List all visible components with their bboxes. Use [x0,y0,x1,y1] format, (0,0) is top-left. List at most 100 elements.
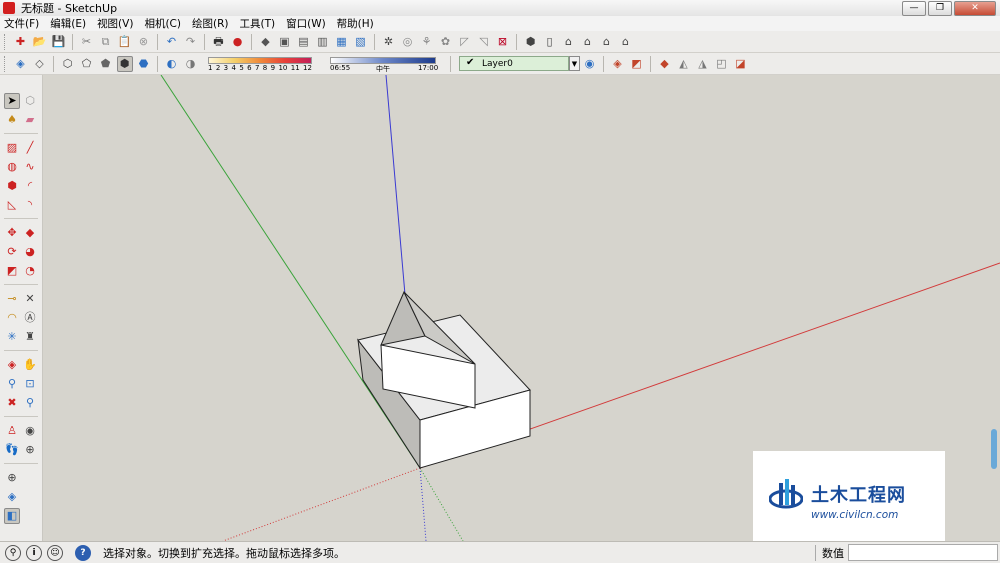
fog-icon[interactable]: ◑ [183,56,199,72]
info-icon[interactable]: i [26,544,42,561]
back-edges-icon[interactable]: ◇ [32,56,48,72]
dimension-icon[interactable]: ✕ [22,291,38,307]
iso-view-icon[interactable]: ◆ [258,34,274,50]
geo-location-icon[interactable]: ⚲ [5,544,21,561]
texture-icon[interactable]: ✿ [438,34,454,50]
paint-bucket-icon[interactable]: ♠ [4,112,20,128]
layer-dropdown-arrow[interactable]: ▼ [569,56,580,71]
value-input[interactable] [848,544,998,561]
position-camera-icon[interactable]: ♙ [4,423,20,439]
scale-icon[interactable]: ◩ [4,263,20,279]
make-component-icon[interactable]: ⬡ [22,93,38,109]
shadow-toggle-icon[interactable]: ◐ [164,56,180,72]
redo-icon[interactable]: ↷ [183,34,199,50]
user-icon[interactable]: ☺ [47,544,63,561]
line-icon[interactable]: ╱ [22,140,38,156]
polygon-icon[interactable]: ⬢ [4,178,20,194]
orbit-icon[interactable]: ◈ [4,357,20,373]
eraser-icon[interactable]: ▰ [22,112,38,128]
zoom-extents-icon[interactable]: ✖ [4,395,20,411]
component-icon[interactable]: ⊠ [495,34,511,50]
select-icon[interactable]: ➤ [4,92,20,109]
menu-help[interactable]: 帮助(H) [333,16,381,31]
section-icon[interactable]: ⊕ [22,442,38,458]
arc2-icon[interactable]: ◝ [22,197,38,213]
move-icon[interactable]: ✥ [4,225,20,241]
front-view-icon[interactable]: ▤ [296,34,312,50]
wireframe-icon[interactable]: ⬡ [60,56,76,72]
paste-icon[interactable]: 📋 [117,34,133,50]
toolbar-grip[interactable] [4,55,8,72]
house3-icon[interactable]: ⌂ [618,34,634,50]
arc-icon[interactable]: ◜ [22,178,38,194]
tape-measure-icon[interactable]: ⊸ [4,291,20,307]
menu-file[interactable]: 文件(F) [0,16,46,31]
diamond-icon[interactable]: ⊕ [4,470,20,486]
text-icon[interactable]: Ⓐ [22,310,38,326]
help-icon[interactable]: ? [75,544,91,561]
shadow-date-slider[interactable]: 1 2 3 4 5 6 7 8 9 10 11 12 [206,55,316,73]
protractor-icon[interactable]: ◠ [4,310,20,326]
model-info-icon[interactable]: ● [230,34,246,50]
share-model-icon[interactable]: ◎ [400,34,416,50]
select-mode-icon[interactable]: ◧ [4,507,20,524]
cut-icon[interactable]: ✂ [79,34,95,50]
follow-me-icon[interactable]: ◕ [22,244,38,260]
house2-icon[interactable]: ⌂ [599,34,615,50]
3d-text-icon[interactable]: ♜ [22,329,38,345]
menu-view[interactable]: 视图(V) [93,16,140,31]
zoom-window-icon[interactable]: ⊡ [22,376,38,392]
push-pull-icon[interactable]: ◆ [22,225,38,241]
house-icon[interactable]: ⌂ [580,34,596,50]
pie-icon[interactable]: ◺ [4,197,20,213]
pan-icon[interactable]: ✋ [22,357,38,373]
back-view-icon[interactable]: ▦ [334,34,350,50]
print-icon[interactable]: 🖶 [211,34,227,50]
zoom-icon[interactable]: ⚲ [4,376,20,392]
shaded-icon[interactable]: ⬟ [98,56,114,72]
hidden-line-icon[interactable]: ⬠ [79,56,95,72]
look-around-icon[interactable]: ◉ [22,423,38,439]
left-view-icon[interactable]: ▧ [353,34,369,50]
get-models-icon[interactable]: ✲ [381,34,397,50]
section-plane-icon[interactable]: ◈ [610,56,626,72]
freehand-icon[interactable]: ∿ [22,159,38,175]
xray-icon[interactable]: ◈ [13,56,29,72]
building-icon[interactable]: ▯ [542,34,558,50]
walk-icon[interactable]: 👣 [4,442,20,458]
shadow-time-slider[interactable]: 06:55 中午 17:00 [328,55,440,73]
sandbox-icon[interactable]: ◆ [657,56,673,72]
textured-icon[interactable]: ⬢ [116,55,133,72]
close-button[interactable]: ✕ [954,1,996,16]
rectangle-icon[interactable]: ▨ [4,140,20,156]
section-cut-icon[interactable]: ◩ [629,56,645,72]
rotate-icon[interactable]: ⟳ [4,244,20,260]
circle-icon[interactable]: ◍ [4,159,20,175]
save-icon[interactable]: 💾 [51,34,67,50]
layer-dropdown[interactable]: ✔ Layer0 [459,56,569,71]
monochrome-icon[interactable]: ⬣ [136,56,152,72]
flip-icon[interactable]: ◸ [457,34,473,50]
offset-icon[interactable]: ◔ [22,263,38,279]
layer-manager-icon[interactable]: ◉ [582,56,598,72]
toolbar-grip[interactable] [4,33,8,50]
gallery-icon[interactable]: ◹ [476,34,492,50]
axes-icon[interactable]: ✳ [4,329,20,345]
undo-icon[interactable]: ↶ [164,34,180,50]
menu-camera[interactable]: 相机(C) [140,16,188,31]
open-icon[interactable]: 📂 [32,34,48,50]
stamp-icon[interactable]: ◭ [676,56,692,72]
drape-icon[interactable]: ◮ [695,56,711,72]
copy-icon[interactable]: ⧉ [98,34,114,50]
new-file-icon[interactable]: ✚ [13,34,29,50]
right-view-icon[interactable]: ▥ [315,34,331,50]
menu-tools[interactable]: 工具(T) [235,16,282,31]
erase-icon[interactable]: ⊗ [136,34,152,50]
home-icon[interactable]: ⌂ [561,34,577,50]
menu-draw[interactable]: 绘图(R) [188,16,236,31]
menu-window[interactable]: 窗口(W) [282,16,333,31]
warehouse-icon[interactable]: ⬢ [523,34,539,50]
viewport-scroll-handle[interactable] [991,429,997,469]
previous-view-icon[interactable]: ⚲ [22,395,38,411]
top-view-icon[interactable]: ▣ [277,34,293,50]
